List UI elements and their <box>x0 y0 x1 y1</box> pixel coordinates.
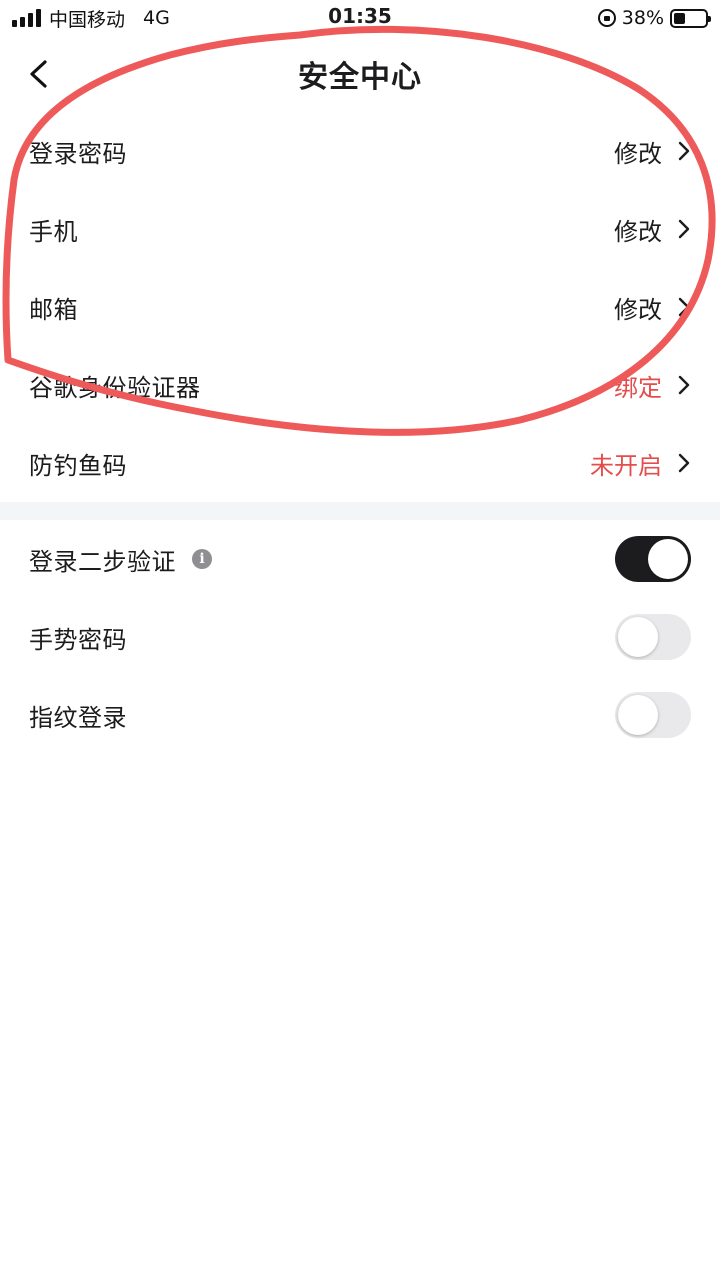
row-value: 修改 <box>614 295 662 324</box>
label-group: 登录二步验证 i <box>29 542 212 577</box>
row-right: 修改 <box>614 290 692 325</box>
section-divider <box>0 502 720 520</box>
row-right: 绑定 <box>614 368 692 403</box>
chevron-right-icon <box>676 140 692 162</box>
toggle-knob <box>648 539 688 579</box>
chevron-right-icon <box>676 452 692 474</box>
info-icon[interactable]: i <box>192 549 212 569</box>
status-right: 38% <box>597 7 711 29</box>
chevron-right-icon <box>676 296 692 318</box>
status-bar: 中国移动 4G 38% <box>0 0 720 36</box>
row-google-authenticator[interactable]: 谷歌身份验证器 绑定 <box>0 346 720 424</box>
toggle-settings-list: 登录二步验证 i 手势密码 指纹登录 <box>0 520 720 754</box>
row-gesture-password: 手势密码 <box>0 598 720 676</box>
two-step-login-toggle[interactable] <box>615 536 691 582</box>
fingerprint-login-toggle[interactable] <box>615 692 691 738</box>
rotation-lock-icon <box>597 9 616 27</box>
toggle-knob <box>618 617 658 657</box>
status-left: 中国移动 4G <box>12 5 170 32</box>
row-label: 指纹登录 <box>29 703 127 732</box>
row-label: 邮箱 <box>29 295 78 324</box>
carrier-name: 中国移动 <box>49 8 126 31</box>
gesture-password-toggle[interactable] <box>615 614 691 660</box>
row-value: 绑定 <box>614 373 662 402</box>
chevron-right-icon <box>676 218 692 240</box>
row-value: 未开启 <box>590 451 662 480</box>
row-right: 未开启 <box>590 446 692 481</box>
row-anti-phishing-code[interactable]: 防钓鱼码 未开启 <box>0 424 720 502</box>
back-button[interactable] <box>22 58 54 90</box>
row-value: 修改 <box>614 139 662 168</box>
row-email[interactable]: 邮箱 修改 <box>0 268 720 346</box>
row-label: 谷歌身份验证器 <box>29 373 201 402</box>
battery-fill <box>674 12 686 24</box>
row-two-step-login: 登录二步验证 i <box>0 520 720 598</box>
battery-percent: 38% <box>621 7 664 29</box>
row-label: 手势密码 <box>29 625 127 654</box>
network-type: 4G <box>143 7 170 29</box>
battery-icon <box>670 8 711 28</box>
row-right: 修改 <box>614 212 692 247</box>
row-right: 修改 <box>614 134 692 169</box>
row-label: 登录二步验证 <box>29 547 176 576</box>
row-phone[interactable]: 手机 修改 <box>0 190 720 268</box>
security-settings-list: 登录密码 修改 手机 修改 邮箱 修改 谷歌身份验证器 绑定 防钓鱼码 未开启 <box>0 112 720 502</box>
toggle-knob <box>618 695 658 735</box>
row-fingerprint-login: 指纹登录 <box>0 676 720 754</box>
chevron-right-icon <box>676 374 692 396</box>
row-login-password[interactable]: 登录密码 修改 <box>0 112 720 190</box>
row-label: 手机 <box>29 217 78 246</box>
row-value: 修改 <box>614 217 662 246</box>
nav-bar: 安全中心 <box>0 36 720 112</box>
signal-icon <box>12 9 41 27</box>
chevron-left-icon <box>30 60 47 88</box>
row-label: 防钓鱼码 <box>29 451 127 480</box>
page-title: 安全中心 <box>298 60 422 95</box>
row-label: 登录密码 <box>29 139 127 168</box>
